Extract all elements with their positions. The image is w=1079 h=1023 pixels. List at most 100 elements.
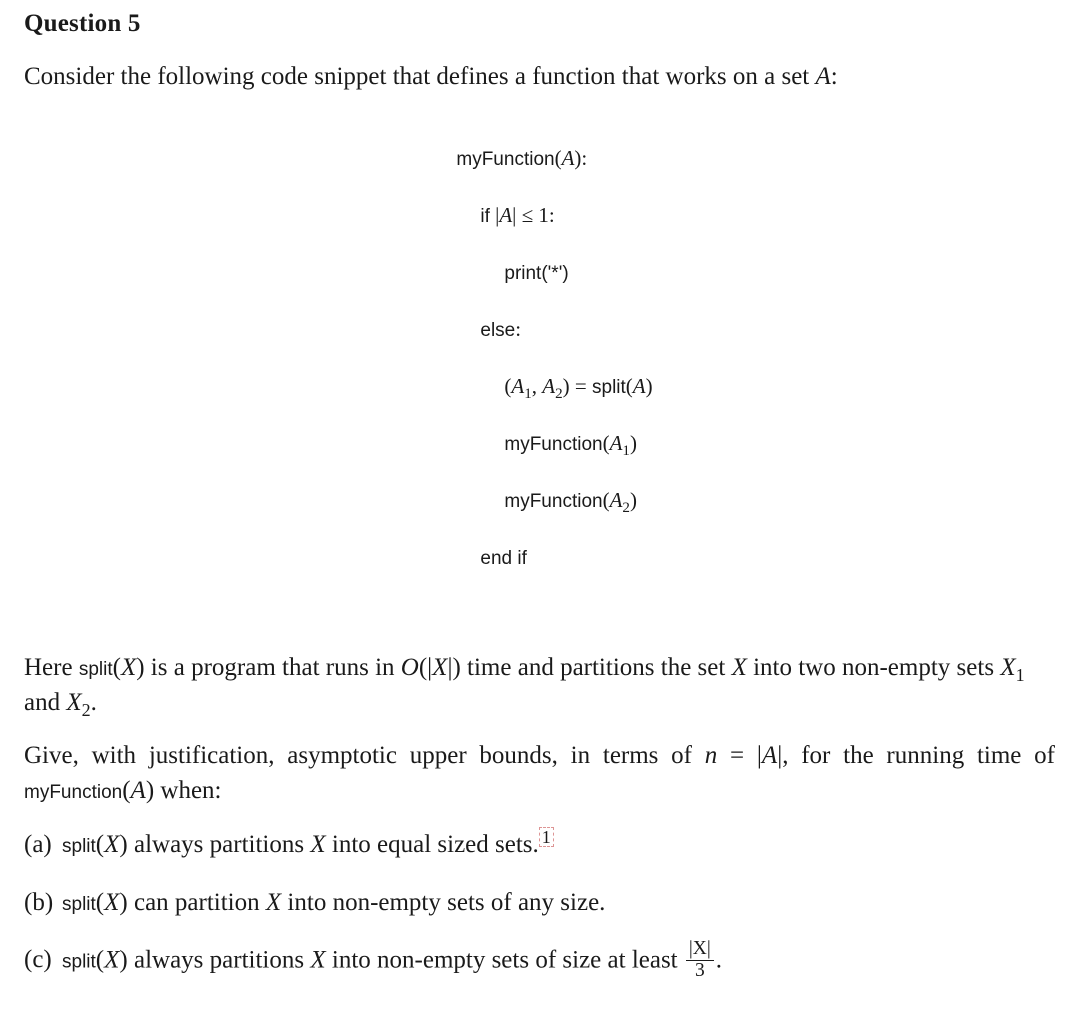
text: ( [122, 777, 130, 804]
footnote-marker: 1 [539, 827, 554, 847]
question-intro: Consider the following code snippet that… [24, 60, 1055, 94]
code-var-A: A [562, 146, 575, 170]
code-var-A: A [633, 374, 646, 398]
text: ) is a program that runs in [136, 654, 401, 681]
var-X: X [104, 889, 119, 916]
part-a-body: split(X) always partitions X into equal … [62, 826, 1055, 864]
text: into two non-empty sets [747, 654, 1000, 681]
code-text: ): [574, 146, 587, 170]
text: |, for the run­ning time of [777, 742, 1055, 769]
fn-name: myFunction [24, 782, 122, 803]
part-a-label: (a) [24, 826, 62, 864]
code-text: , [532, 374, 543, 398]
fn-name: myFunction [504, 491, 602, 512]
code-text: ( [603, 488, 610, 512]
text: into equal sized sets. [326, 831, 539, 858]
code-line-5: (A1, A2) = split(A) [456, 372, 652, 401]
part-c: (c) split(X) always partitions X into no… [24, 941, 1055, 983]
pseudocode-block: myFunction(A): if |A| ≤ 1: print('*') el… [426, 116, 652, 629]
var-X: X [121, 654, 136, 681]
text: ) can partition [119, 889, 265, 916]
fn-split: split [62, 894, 96, 915]
subscript-2: 2 [82, 700, 91, 720]
text: ( [96, 947, 104, 974]
code-var-A1: A [511, 374, 524, 398]
part-b-label: (b) [24, 884, 62, 922]
text: (| [419, 654, 432, 681]
fn-name: myFunction [504, 434, 602, 455]
code-text: | ≤ 1: [512, 203, 555, 227]
code-line-3: print('*') [456, 258, 652, 287]
fn-split: split [79, 659, 113, 680]
code-text: ) [630, 431, 637, 455]
big-O: O [401, 654, 419, 681]
kw-endif: end if [480, 548, 526, 569]
code-text: : [515, 317, 521, 341]
text: ) always partitions [119, 831, 310, 858]
var-X: X [732, 654, 747, 681]
part-b-body: split(X) can partition X into non-empty … [62, 884, 1055, 922]
var-A: A [762, 742, 777, 769]
text: and [24, 689, 66, 716]
code-text: ) [630, 488, 637, 512]
text: . [716, 947, 722, 974]
code-var-A1: A [610, 431, 623, 455]
text: |) time and partitions the set [447, 654, 731, 681]
code-text: ( [555, 146, 562, 170]
part-c-body: split(X) always partitions X into non-em… [62, 941, 1055, 983]
fn-split: split [62, 952, 96, 973]
text: Here [24, 654, 79, 681]
intro-var-A: A [816, 63, 831, 90]
text: into non-empty sets of any size. [281, 889, 605, 916]
fraction-numerator: |X| [686, 939, 714, 960]
fn-split: split [62, 836, 96, 857]
subscript-1: 1 [524, 386, 532, 402]
subscript-2: 2 [555, 386, 563, 402]
text: ( [96, 831, 104, 858]
code-line-4: else: [456, 315, 652, 344]
code-line-8: end if [456, 543, 652, 572]
text: Give, with justification, asymptotic upp… [24, 742, 705, 769]
fn-print: print [504, 263, 541, 284]
code-var-A: A [499, 203, 512, 227]
code-var-A2: A [610, 488, 623, 512]
code-line-6: myFunction(A1) [456, 429, 652, 458]
text: = | [717, 742, 762, 769]
fraction-X-over-3: |X|3 [686, 939, 714, 981]
var-X: X [104, 947, 119, 974]
text: ) when: [146, 777, 222, 804]
code-line-2: if |A| ≤ 1: [456, 201, 652, 230]
code-text: ) [646, 374, 653, 398]
code-line-1: myFunction(A): [456, 144, 652, 173]
var-X: X [432, 654, 447, 681]
fn-split: split [592, 377, 626, 398]
part-c-label: (c) [24, 941, 62, 983]
kw-else: else [480, 320, 515, 341]
code-text: | [490, 203, 499, 227]
question-page: Question 5 Consider the following code s… [0, 0, 1079, 1023]
text: into non-empty sets of size at least [326, 947, 684, 974]
var-X2: X [66, 689, 81, 716]
code-text: ) = [563, 374, 592, 398]
split-description: Here split(X) is a program that runs in … [24, 650, 1055, 720]
var-X1: X [1000, 654, 1015, 681]
code-text: ('*') [541, 263, 568, 284]
text: ) always partitions [119, 947, 310, 974]
var-X: X [266, 889, 281, 916]
question-title: Question 5 [24, 10, 1055, 38]
var-A: A [131, 777, 146, 804]
task-instruction: Give, with justification, asymptotic upp… [24, 738, 1055, 808]
fraction-denominator: 3 [686, 961, 714, 981]
code-line-7: myFunction(A2) [456, 486, 652, 515]
var-X: X [310, 831, 325, 858]
subscript-1: 1 [622, 443, 630, 459]
subscript-1: 1 [1016, 665, 1025, 685]
intro-suffix: : [831, 63, 838, 90]
code-var-A2: A [542, 374, 555, 398]
var-n: n [705, 742, 718, 769]
kw-if: if [480, 206, 490, 227]
fn-name: myFunction [456, 149, 554, 170]
code-text: ( [626, 374, 633, 398]
var-X: X [104, 831, 119, 858]
part-b: (b) split(X) can partition X into non-em… [24, 884, 1055, 922]
